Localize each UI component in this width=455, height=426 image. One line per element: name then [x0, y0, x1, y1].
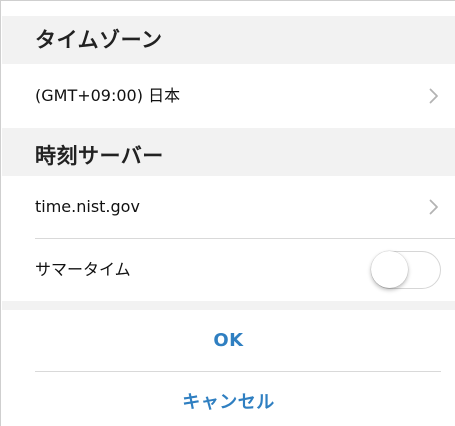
timezone-section-title: タイムゾーン — [35, 28, 163, 52]
time-server-value: time.nist.gov — [35, 197, 140, 216]
ok-label: OK — [213, 330, 244, 351]
time-settings-dialog: タイムゾーン (GMT+09:00) 日本 時刻サーバー time.nist.g… — [0, 0, 455, 426]
timezone-value: (GMT+09:00) 日本 — [35, 86, 181, 105]
cancel-button[interactable]: キャンセル — [2, 372, 455, 426]
time-server-section-header: 時刻サーバー — [2, 128, 455, 176]
time-server-row[interactable]: time.nist.gov — [2, 176, 455, 238]
timezone-section-header: タイムゾーン — [2, 16, 455, 64]
daylight-saving-row: サマータイム — [2, 239, 455, 301]
daylight-saving-toggle[interactable] — [371, 251, 441, 289]
section-gap — [2, 301, 455, 310]
toggle-knob — [371, 251, 408, 288]
ok-button[interactable]: OK — [2, 310, 455, 371]
cancel-label: キャンセル — [182, 392, 275, 413]
chevron-right-icon — [429, 199, 438, 215]
time-server-section-title: 時刻サーバー — [35, 144, 164, 168]
timezone-row[interactable]: (GMT+09:00) 日本 — [2, 64, 455, 128]
chevron-right-icon — [429, 88, 438, 104]
daylight-saving-label: サマータイム — [35, 260, 131, 279]
